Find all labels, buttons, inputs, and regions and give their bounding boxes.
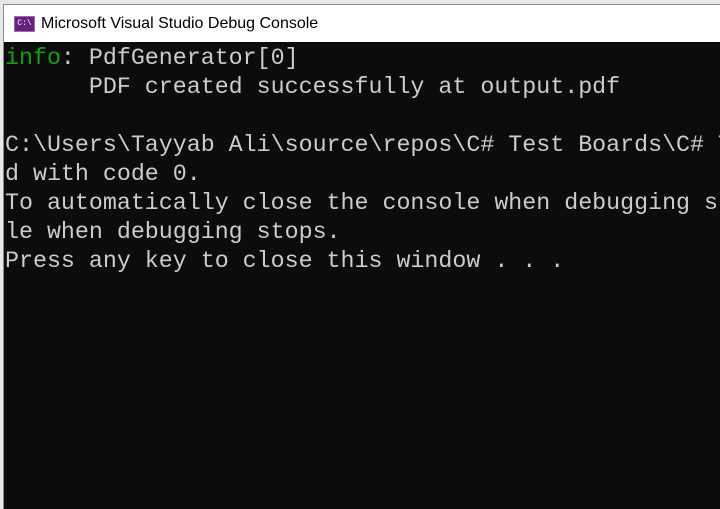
- title-bar[interactable]: C:\ Microsoft Visual Studio Debug Consol…: [4, 5, 720, 42]
- log-source: : PdfGenerator[0]: [60, 45, 299, 71]
- console-app-icon: C:\: [14, 15, 35, 32]
- console-line: PDF created successfully at output.pdf: [5, 74, 621, 100]
- console-line: le when debugging stops.: [5, 219, 341, 245]
- window-title: Microsoft Visual Studio Debug Console: [41, 14, 319, 32]
- debug-console-window: C:\ Microsoft Visual Studio Debug Consol…: [3, 4, 720, 509]
- console-line: C:\Users\Tayyab Ali\source\repos\C# Test…: [5, 132, 720, 158]
- console-line: info: PdfGenerator[0]: [5, 44, 720, 73]
- console-line: To automatically close the console when …: [5, 190, 720, 216]
- info-prefix: info: [5, 45, 61, 71]
- console-line: d with code 0.: [5, 161, 201, 187]
- console-line: Press any key to close this window . . .: [5, 248, 565, 274]
- console-output[interactable]: info: PdfGenerator[0] PDF created succes…: [5, 43, 720, 509]
